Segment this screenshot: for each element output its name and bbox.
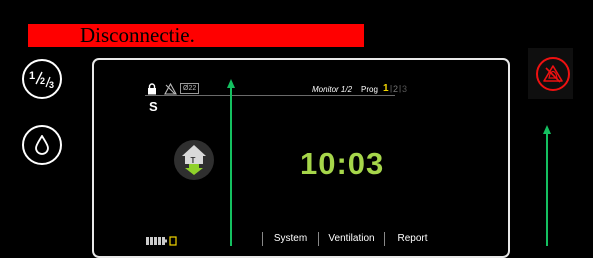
alarm-banner [28,24,364,47]
fraction-icon: 1 2 3 [29,70,54,90]
status-bar-divider [145,95,395,96]
prog-2[interactable]: 2 [393,84,398,94]
annotation-arrow-head [543,125,551,134]
alarm-silence-icon [543,65,563,83]
prog-label: Prog [361,85,378,94]
lock-icon [147,82,157,100]
battery-icon [146,233,178,251]
annotation-arrow-line [546,133,548,246]
annotation-arrow-head [227,79,235,88]
svg-text:T: T [191,156,196,165]
alarm-off-icon [164,82,177,100]
svg-text:2: 2 [40,76,45,86]
annotation-arrow-line [230,86,232,246]
monitor-page-label[interactable]: Monitor 1/2 [312,85,352,94]
trigger-indicator: T [174,140,214,180]
fraction-button[interactable]: 1 2 3 [22,59,62,99]
inspiration-trigger-icon: T [182,145,206,175]
prog-3[interactable]: 3 [402,84,407,94]
ventilation-mode: S [149,99,158,114]
svg-text:1: 1 [29,70,35,82]
prog-1-active[interactable]: 1 [383,83,389,94]
drop-icon [35,135,49,155]
prog-separator: | [390,84,393,93]
humidifier-button[interactable] [22,125,62,165]
svg-text:3: 3 [49,80,54,90]
alarm-message: Disconnectie. [80,23,195,47]
alarm-silence-button[interactable] [536,57,570,91]
o2-indicator: Ø22 [180,83,200,94]
prog-separator: | [399,84,402,93]
clock-display: 10:03 [300,146,385,181]
